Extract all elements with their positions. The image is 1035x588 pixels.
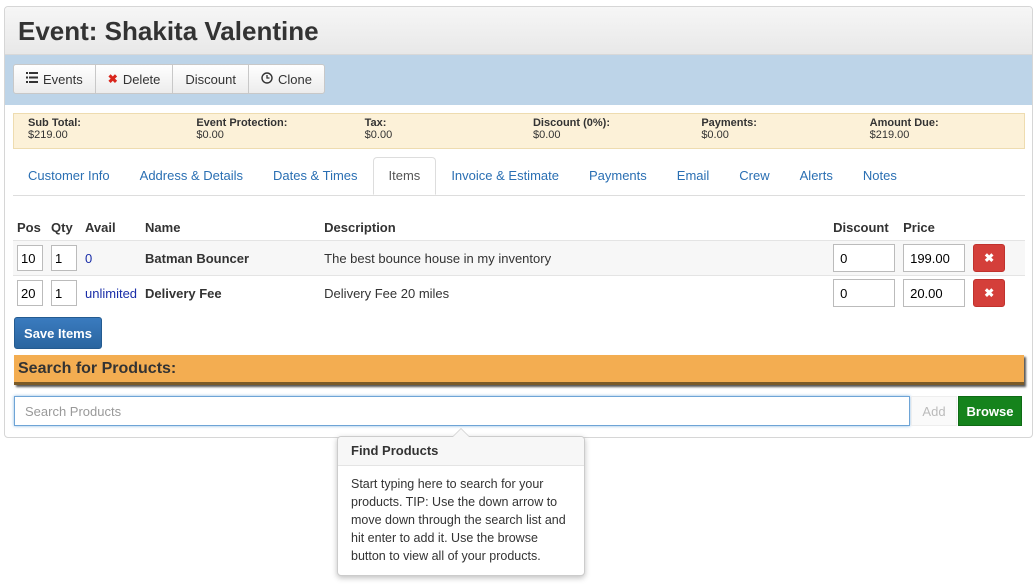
toolbar: Events ✖ Delete Discount Clone [5,55,1032,105]
tab-email[interactable]: Email [662,157,725,195]
tab-alerts[interactable]: Alerts [785,157,848,195]
avail-link[interactable]: unlimited [81,275,142,310]
table-row: unlimited Delivery Fee Delivery Fee 20 m… [13,275,1025,310]
qty-input[interactable] [51,280,77,306]
tab-items[interactable]: Items [372,157,437,195]
summary-amount-due: Amount Due: $219.00 [869,117,939,141]
events-button[interactable]: Events [13,64,96,94]
toolbar-button-group: Events ✖ Delete Discount Clone [13,64,325,94]
event-panel: Event: Shakita Valentine Events ✖ Delete… [4,6,1033,438]
pos-input[interactable] [17,245,43,271]
clone-button-label: Clone [277,71,312,87]
item-description: The best bounce house in my inventory [320,240,830,276]
discount-input[interactable] [833,244,896,272]
summary-subtotal: Sub Total: $219.00 [28,117,81,141]
tab-address-details[interactable]: Address & Details [125,157,258,195]
list-icon [26,72,38,86]
summary-tax: Tax: $0.00 [364,117,393,141]
col-header-description: Description [320,214,830,241]
col-header-actions [969,214,1025,241]
col-header-name: Name [141,214,321,241]
discount-button-label: Discount [185,71,236,87]
delete-button[interactable]: ✖ Delete [94,64,174,94]
save-items-button[interactable]: Save Items [14,317,102,349]
price-input[interactable] [903,244,966,272]
event-tabs: Customer Info Address & Details Dates & … [13,157,1025,196]
items-table: Pos Qty Avail Name Description Discount … [13,214,1025,310]
col-header-discount: Discount [829,214,900,241]
tab-dates-times[interactable]: Dates & Times [258,157,373,195]
totals-summary: Sub Total: $219.00 Event Protection: $0.… [13,113,1025,149]
find-products-popover: Find Products Start typing here to searc… [337,428,585,576]
events-button-label: Events [43,71,83,87]
delete-button-label: Delete [122,71,161,87]
clone-button[interactable]: Clone [247,64,325,94]
table-row: 0 Batman Bouncer The best bounce house i… [13,240,1025,276]
item-name: Delivery Fee [141,275,321,310]
tab-payments[interactable]: Payments [574,157,662,195]
clock-icon [261,71,273,87]
price-input[interactable] [903,279,966,307]
col-header-price: Price [899,214,970,241]
popover-body: Start typing here to search for your pro… [351,477,566,563]
tab-crew[interactable]: Crew [724,157,784,195]
tab-invoice-estimate[interactable]: Invoice & Estimate [436,157,574,195]
qty-input[interactable] [51,245,77,271]
avail-link[interactable]: 0 [81,240,142,276]
pos-input[interactable] [17,280,43,306]
col-header-pos: Pos [13,214,47,241]
col-header-qty: Qty [47,214,81,241]
table-header-row: Pos Qty Avail Name Description Discount … [13,214,1025,241]
summary-payments: Payments: $0.00 [701,117,757,141]
tab-customer-info[interactable]: Customer Info [13,157,125,195]
summary-event-protection: Event Protection: $0.00 [196,117,288,141]
search-products-heading: Search for Products: [14,355,1024,385]
close-icon: ✖ [984,251,995,265]
remove-item-button[interactable]: ✖ [973,244,1006,272]
tab-notes[interactable]: Notes [848,157,912,195]
page-title: Event: Shakita Valentine [18,16,319,46]
remove-item-button[interactable]: ✖ [973,279,1006,307]
search-input[interactable] [14,396,910,426]
close-icon: ✖ [107,72,118,86]
summary-discount: Discount (0%): $0.00 [532,117,610,141]
item-name: Batman Bouncer [141,240,321,276]
browse-button[interactable]: Browse [958,396,1022,426]
discount-button[interactable]: Discount [172,64,249,94]
col-header-avail: Avail [81,214,142,241]
event-header: Event: Shakita Valentine [5,7,1032,55]
close-icon: ✖ [984,286,995,300]
popover-title: Find Products [338,437,584,466]
item-description: Delivery Fee 20 miles [320,275,830,310]
discount-input[interactable] [833,279,896,307]
add-button[interactable]: Add [911,396,957,426]
